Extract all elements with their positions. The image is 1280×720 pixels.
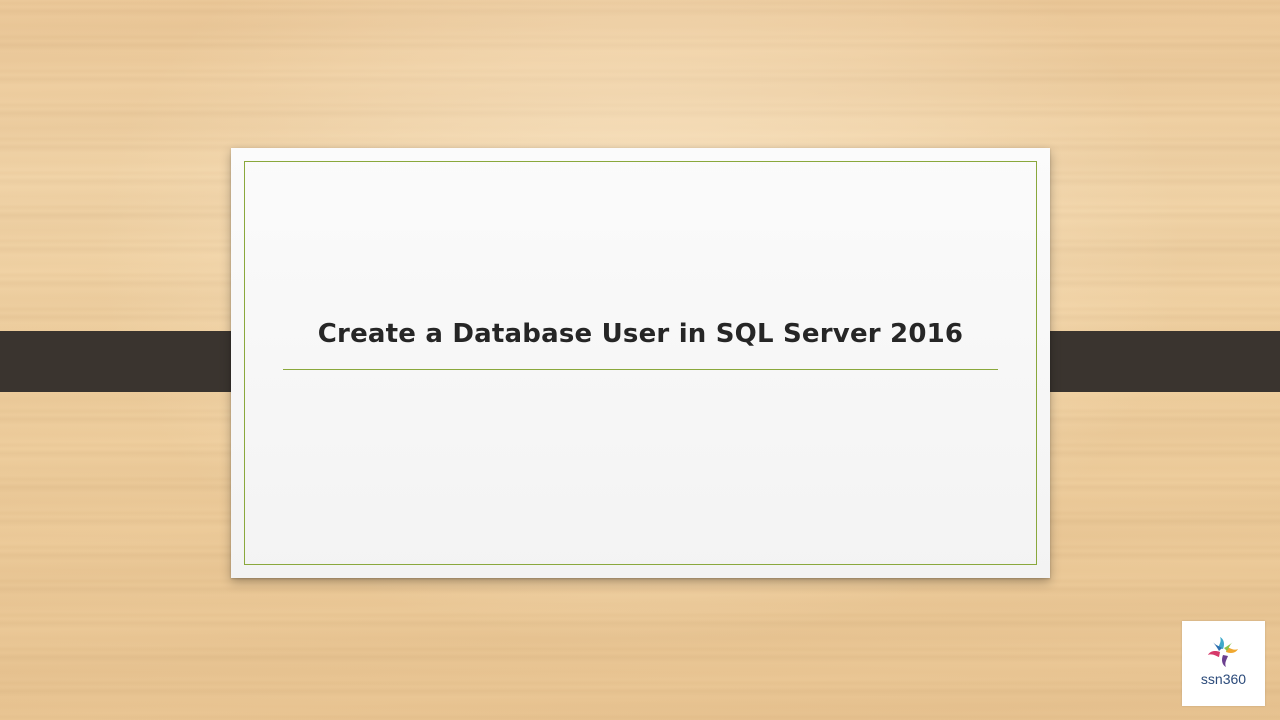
title-underline <box>283 369 998 370</box>
title-card: Create a Database User in SQL Server 201… <box>231 148 1050 578</box>
card-frame-border <box>244 161 1037 565</box>
pinwheel-logo-icon <box>1208 637 1238 667</box>
ssn360-logo: ssn360 <box>1182 621 1265 706</box>
logo-text: ssn360 <box>1200 671 1247 687</box>
slide-title: Create a Database User in SQL Server 201… <box>317 319 964 349</box>
right-dark-band <box>1020 327 1280 396</box>
left-dark-band <box>0 327 260 396</box>
